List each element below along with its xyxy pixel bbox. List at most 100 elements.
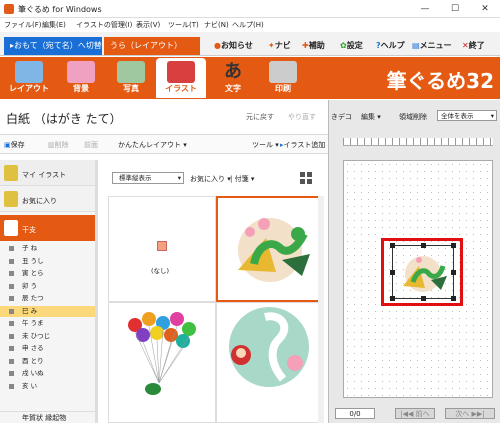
navi-label: ナビ — [274, 41, 291, 50]
tool-print[interactable]: 印刷 — [258, 58, 308, 98]
assist-button[interactable]: ✚補助 — [302, 40, 325, 51]
chevron-down-icon: ▾ — [490, 112, 494, 120]
quit-button[interactable]: ✕終了 — [462, 40, 485, 51]
delete-button[interactable]: ▥削除 — [48, 140, 69, 150]
zodiac-item-monkey[interactable]: 申 さる — [0, 343, 95, 355]
zodiac-item-dog[interactable]: 戌 いぬ — [0, 368, 95, 380]
illust-selection-box[interactable] — [390, 243, 456, 301]
favorites-filter[interactable]: お気に入り ▾ — [190, 174, 231, 184]
resize-handle-icon[interactable] — [421, 243, 426, 248]
menu-edit[interactable]: 編集(E) — [42, 20, 66, 30]
favorites-filter-label: お気に入り — [190, 175, 225, 183]
postcard-canvas[interactable] — [343, 160, 493, 398]
menu-button[interactable]: ▤メニュー — [412, 40, 452, 51]
back-mode-button[interactable]: うら（レイアウト） — [104, 37, 200, 55]
easy-layout-button[interactable]: かんたんレイアウト ▾ — [118, 140, 187, 150]
brand-logo: 筆ぐるめ32 — [386, 69, 494, 93]
area-delete-button[interactable]: 領域削除 — [399, 112, 427, 122]
zodiac-item-rat[interactable]: 子 ね — [0, 243, 95, 255]
category-my-illust[interactable]: マイ イラスト — [0, 160, 95, 186]
maximize-button[interactable]: ☐ — [440, 2, 470, 16]
gallery-item-none[interactable]: (なし) — [108, 196, 216, 302]
zodiac-label: 未 ひつじ — [22, 331, 51, 340]
resize-handle-icon[interactable] — [451, 243, 456, 248]
menu-file[interactable]: ファイル(F) — [4, 20, 42, 30]
zodiac-bullet-icon — [9, 333, 14, 339]
category-scrollbar[interactable] — [95, 160, 98, 423]
zodiac-bullet-icon — [9, 308, 14, 314]
prev-page-button[interactable]: |◀◀ 前へ — [395, 408, 435, 419]
gallery-item-balloons[interactable] — [108, 302, 216, 423]
printer-icon — [269, 61, 297, 83]
gallery-item-daruma-snake[interactable] — [216, 302, 322, 423]
add-illust-button[interactable]: ▸イラスト追加 — [280, 140, 325, 150]
save-icon: ▣ — [4, 141, 11, 149]
navi-button[interactable]: ✦ナビ — [268, 40, 291, 51]
category-favorites-label: お気に入り — [22, 197, 57, 205]
close-button[interactable]: ✕ — [470, 2, 500, 16]
tool-photo[interactable]: 写真 — [106, 58, 156, 98]
menu-illust[interactable]: イラストの管理(I) — [76, 20, 132, 30]
front-mode-button[interactable]: ▸おもて（宛て名）へ切替 — [4, 37, 102, 55]
resize-handle-icon[interactable] — [390, 270, 395, 275]
category-nenga[interactable]: 年賀状 縁起物 — [0, 411, 95, 423]
help-button[interactable]: ?ヘルプ — [376, 40, 405, 51]
deco-button[interactable]: きデコ — [331, 112, 352, 122]
menu-view[interactable]: 表示(V) — [136, 20, 160, 30]
gallery-scrollbar[interactable] — [318, 196, 324, 423]
tools-dropdown[interactable]: ツール ▾ — [252, 140, 279, 150]
menu-navi[interactable]: ナビ(N) — [204, 20, 229, 30]
tool-text[interactable]: あ 文字 — [208, 58, 258, 98]
daruma-snake-illust — [229, 307, 309, 387]
zodiac-item-tiger[interactable]: 寅 とら — [0, 268, 95, 280]
zodiac-bullet-icon — [9, 321, 14, 326]
resize-handle-icon[interactable] — [451, 296, 456, 301]
resize-handle-icon[interactable] — [390, 296, 395, 301]
resize-handle-icon[interactable] — [451, 270, 456, 275]
grid-view-icon[interactable] — [300, 172, 312, 184]
zodiac-bullet-icon — [9, 271, 14, 276]
plus-icon: ✚ — [302, 41, 309, 50]
zodiac-item-boar[interactable]: 亥 い — [0, 381, 95, 393]
edit-dropdown[interactable]: 編集 ▾ — [361, 112, 381, 122]
gallery-item-snake-selected[interactable] — [216, 196, 322, 302]
tool-background[interactable]: 背景 — [56, 58, 106, 98]
resize-handle-icon[interactable] — [390, 243, 395, 248]
zodiac-item-sheep[interactable]: 未 ひつじ — [0, 331, 95, 343]
undo-button[interactable]: 元に戻す — [246, 112, 274, 122]
tool-illust[interactable]: イラスト — [156, 58, 206, 98]
mode-bar: ▸おもて（宛て名）へ切替 うら（レイアウト） ●お知らせ ✦ナビ ✚補助 ✿設定… — [0, 32, 500, 56]
none-image-icon — [157, 241, 167, 251]
category-eto-label: 干支 — [22, 226, 36, 234]
none-label: (なし) — [151, 267, 170, 275]
zodiac-label: 午 うま — [22, 319, 44, 327]
view-select[interactable]: 標準縦表示 ▾ — [112, 172, 184, 184]
zodiac-item-snake[interactable]: 巳 み — [0, 305, 95, 318]
category-favorites[interactable]: お気に入り — [0, 186, 95, 212]
zodiac-bullet-icon — [9, 358, 14, 364]
minimize-button[interactable]: — — [410, 2, 440, 16]
folder-open-icon — [4, 220, 18, 236]
zodiac-item-rooster[interactable]: 酉 とり — [0, 356, 95, 368]
text-icon: あ — [224, 61, 242, 82]
zoom-select[interactable]: 全体を表示 ▾ — [437, 110, 497, 121]
news-button[interactable]: ●お知らせ — [214, 40, 253, 51]
resize-handle-icon[interactable] — [421, 296, 426, 301]
menu-help[interactable]: ヘルプ(H) — [232, 20, 264, 30]
redo-button[interactable]: やり直す — [288, 112, 316, 122]
zodiac-item-ox[interactable]: 丑 うし — [0, 256, 95, 268]
category-eto[interactable]: 干支 — [0, 215, 95, 241]
settings-button[interactable]: ✿設定 — [340, 40, 363, 51]
front-button[interactable]: 前面 — [84, 140, 98, 150]
tool-layout[interactable]: レイアウト — [4, 58, 54, 98]
tool-layout-label: レイアウト — [9, 84, 49, 93]
next-page-button[interactable]: 次へ ▶▶| — [445, 408, 495, 419]
category-list: マイ イラスト お気に入り 干支 子 ね 丑 うし 寅 とら 卯 う 辰 たつ … — [0, 160, 98, 423]
menu-tools[interactable]: ツール(T) — [168, 20, 199, 30]
save-button[interactable]: ▣保存 — [4, 140, 25, 150]
zodiac-item-rabbit[interactable]: 卯 う — [0, 281, 95, 293]
zodiac-item-horse[interactable]: 午 うま — [0, 318, 95, 330]
main-toolbar: レイアウト 背景 写真 イラスト あ 文字 印刷 筆ぐるめ32 — [0, 57, 500, 99]
zodiac-item-dragon[interactable]: 辰 たつ — [0, 293, 95, 305]
stamp-select[interactable]: | 付箋 ▾ — [230, 174, 254, 184]
